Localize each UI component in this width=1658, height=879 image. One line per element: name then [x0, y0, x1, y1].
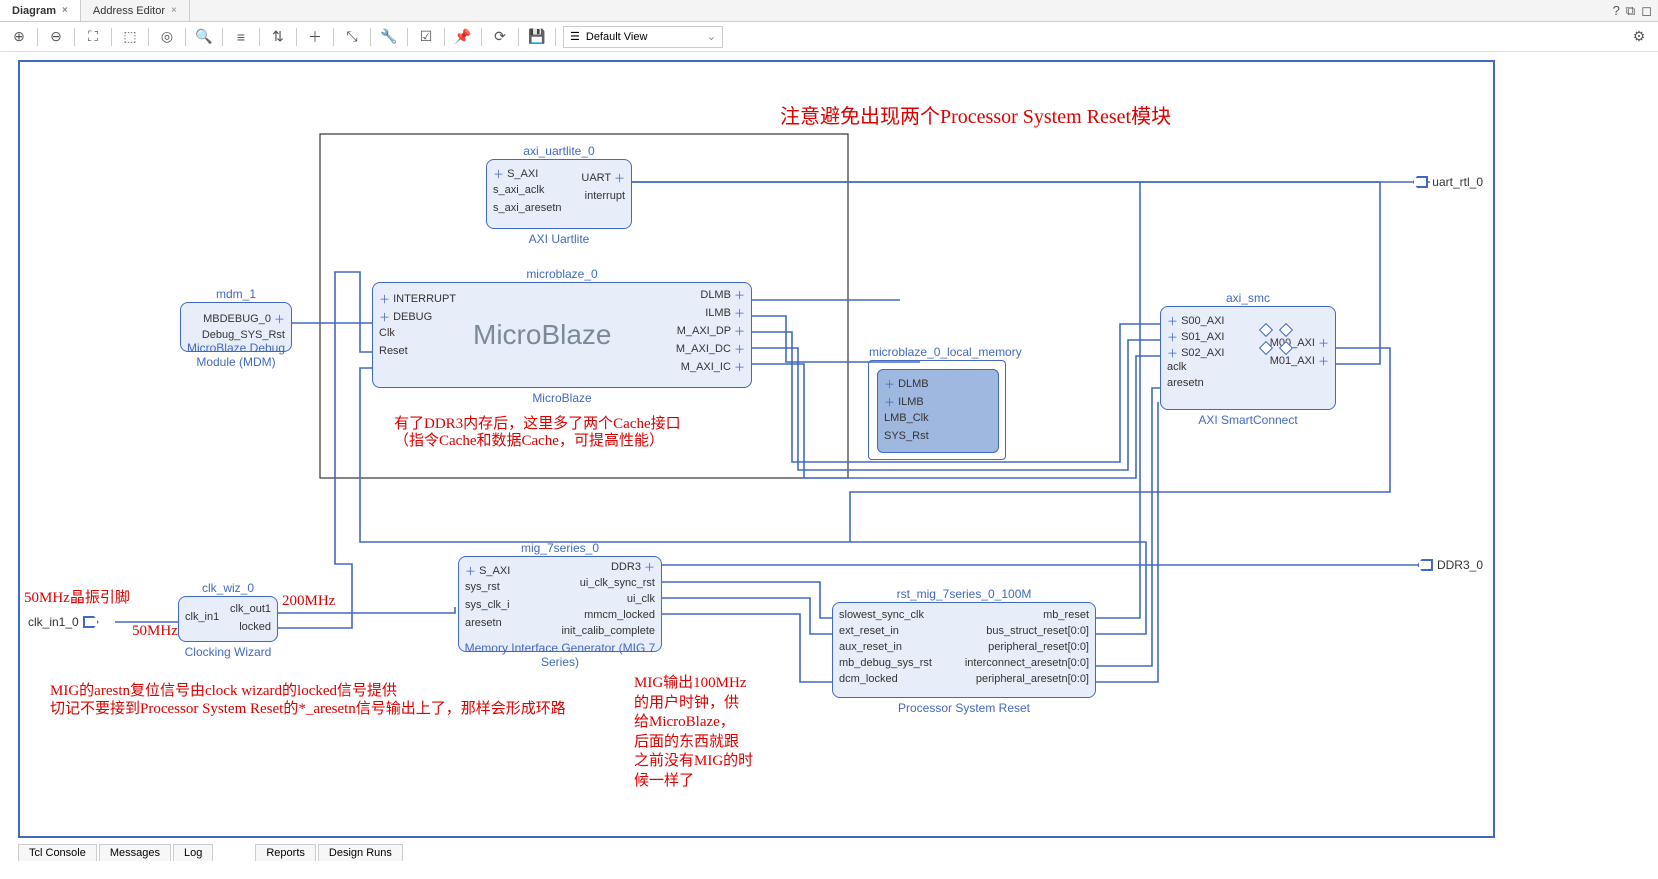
ext-pin-clkin[interactable]: clk_in1_0 — [28, 615, 99, 629]
annotation-200mhz: 200MHz — [282, 592, 335, 612]
ext-pin-uart[interactable]: uart_rtl_0 — [1412, 175, 1483, 189]
search-icon[interactable]: 🔍 — [193, 26, 215, 48]
help-icon[interactable]: ? — [1613, 3, 1620, 18]
ext-pin-ddr3[interactable]: DDR3_0 — [1417, 558, 1483, 572]
close-icon[interactable]: × — [62, 5, 68, 16]
zoom-fit-icon[interactable]: ⛶ — [82, 26, 104, 48]
block-clkwiz-name: Clocking Wizard — [179, 645, 277, 659]
smartconnect-icon — [1261, 323, 1297, 359]
annotation-mignote1: MIG的arestn复位信号由clock wizard的locked信号提供 — [50, 682, 397, 702]
view-label: Default View — [586, 31, 648, 43]
block-smc-name: AXI SmartConnect — [1161, 413, 1335, 427]
tab-address-editor[interactable]: Address Editor × — [81, 0, 190, 21]
block-mig-name: Memory Interface Generator (MIG 7 Series… — [459, 641, 661, 669]
block-lm-inst: microblaze_0_local_memory — [869, 345, 1005, 359]
align-left-icon[interactable]: ≡ — [230, 26, 252, 48]
zoom-out-icon[interactable]: ⊖ — [45, 26, 67, 48]
chevron-down-icon: ⌄ — [707, 30, 716, 43]
wires — [20, 62, 1497, 840]
close-icon[interactable]: × — [171, 5, 177, 16]
block-mdm-inst: mdm_1 — [181, 287, 291, 301]
annotation-top: 注意避免出现两个Processor System Reset模块 — [780, 104, 1171, 130]
list-icon: ☰ — [570, 30, 580, 43]
gear-icon[interactable]: ⚙ — [1628, 26, 1650, 48]
block-microblaze[interactable]: microblaze_0 ＋ INTERRUPT ＋ DEBUG Clk Res… — [372, 282, 752, 388]
annotation-50mhz: 50MHz — [132, 622, 178, 642]
block-mig[interactable]: mig_7series_0 ＋ S_AXI sys_rst sys_clk_i … — [458, 556, 662, 652]
block-psr-name: Processor System Reset — [833, 701, 1095, 715]
diagram-canvas[interactable]: 注意避免出现两个Processor System Reset模块 有了DDR3内… — [18, 60, 1495, 838]
view-selector[interactable]: ☰ Default View ⌄ — [563, 26, 723, 48]
bottom-tabs: Tcl Console Messages Log Reports Design … — [18, 844, 403, 861]
bottom-tab[interactable]: Reports — [255, 844, 316, 861]
annotation-cache2: （指令Cache和数据Cache，可提高性能） — [394, 432, 664, 452]
block-mdm[interactable]: mdm_1 MBDEBUG_0 ＋ Debug_SYS_Rst MicroBla… — [180, 302, 292, 352]
restore-icon[interactable]: ⧉ — [1626, 3, 1635, 19]
pin-icon[interactable]: 📌 — [452, 26, 474, 48]
annotation-migclk: MIG输出100MHz的用户时钟，供给MicroBlaze，后面的东西就跟之前没… — [634, 674, 753, 791]
bottom-tab[interactable]: Messages — [99, 844, 171, 861]
block-psr-inst: rst_mig_7series_0_100M — [833, 587, 1095, 601]
block-uartlite-inst: axi_uartlite_0 — [487, 144, 631, 158]
tab-address-label: Address Editor — [93, 5, 165, 17]
block-uartlite-name: AXI Uartlite — [487, 232, 631, 246]
block-clkwiz-inst: clk_wiz_0 — [179, 581, 277, 595]
block-local-memory[interactable]: microblaze_0_local_memory ＋ DLMB ＋ ILMB … — [868, 360, 1006, 460]
bottom-tab[interactable]: Log — [173, 844, 213, 861]
annotation-crystal: 50MHz晶振引脚 — [24, 589, 130, 609]
block-smc-inst: axi_smc — [1161, 291, 1335, 305]
zoom-select-icon[interactable]: ⬚ — [119, 26, 141, 48]
block-mb-name: MicroBlaze — [373, 391, 751, 405]
wrench-icon[interactable]: 🔧 — [378, 26, 400, 48]
align-center-icon[interactable]: ⇅ — [267, 26, 289, 48]
block-mdm-name: MicroBlaze Debug Module (MDM) — [181, 341, 291, 369]
maximize-icon[interactable]: ◻ — [1641, 3, 1652, 19]
zoom-in-icon[interactable]: ⊕ — [8, 26, 30, 48]
microblaze-logo: MicroBlaze — [473, 319, 611, 351]
add-icon[interactable]: ＋ — [304, 26, 326, 48]
save-icon[interactable]: 💾 — [526, 26, 548, 48]
bottom-tab[interactable]: Tcl Console — [18, 844, 97, 861]
tab-diagram-label: Diagram — [12, 5, 56, 17]
refresh-icon[interactable]: ⟳ — [489, 26, 511, 48]
connect-icon[interactable]: ⤡ — [341, 26, 363, 48]
block-uartlite[interactable]: axi_uartlite_0 ＋ S_AXI s_axi_aclk s_axi_… — [486, 159, 632, 229]
target-icon[interactable]: ◎ — [156, 26, 178, 48]
bottom-tab[interactable]: Design Runs — [318, 844, 403, 861]
tab-right-controls: ? ⧉ ◻ — [1613, 0, 1658, 21]
block-mig-inst: mig_7series_0 — [459, 541, 661, 555]
validate-icon[interactable]: ☑ — [415, 26, 437, 48]
tab-bar: Diagram × Address Editor × ? ⧉ ◻ — [0, 0, 1658, 22]
block-clkwiz[interactable]: clk_wiz_0 clk_in1 clk_out1 locked Clocki… — [178, 596, 278, 642]
tab-diagram[interactable]: Diagram × — [0, 0, 81, 21]
block-psr[interactable]: rst_mig_7series_0_100M slowest_sync_clk … — [832, 602, 1096, 698]
block-smartconnect[interactable]: axi_smc ＋ S00_AXI ＋ S01_AXI ＋ S02_AXI ac… — [1160, 306, 1336, 410]
annotation-mignote2: 切记不要接到Processor System Reset的*_aresetn信号… — [50, 700, 566, 720]
block-mb-inst: microblaze_0 — [373, 267, 751, 281]
toolbar: ⊕ ⊖ ⛶ ⬚ ◎ 🔍 ≡ ⇅ ＋ ⤡ 🔧 ☑ 📌 ⟳ 💾 ☰ Default … — [0, 22, 1658, 52]
